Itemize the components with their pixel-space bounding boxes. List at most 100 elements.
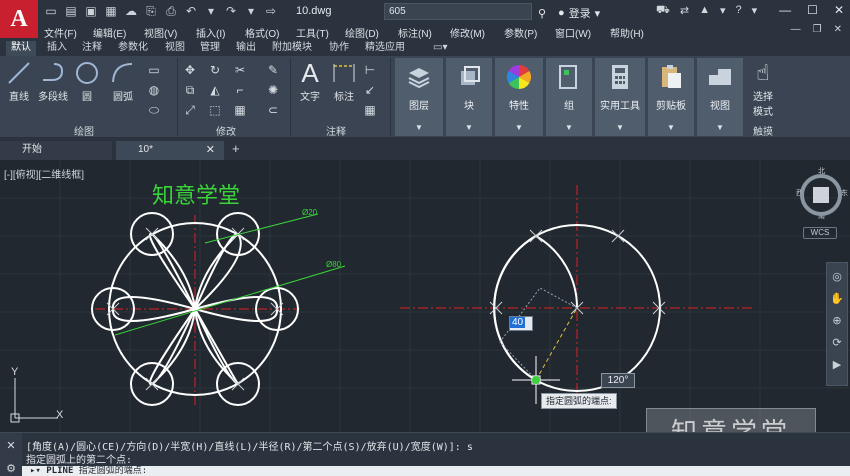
text-tool[interactable]: A 文字 (297, 58, 323, 104)
erase-icon[interactable]: ✎ (265, 62, 281, 78)
customize-icon[interactable]: ⚙ (6, 462, 16, 475)
tab-annotate[interactable]: 注释 (77, 41, 107, 56)
viewport-controls[interactable]: [-][俯视][二维线框] (4, 166, 84, 181)
panel-draw-title[interactable]: 绘图 (74, 123, 94, 138)
save-as-icon[interactable]: ▦ (104, 4, 118, 18)
tile-layers[interactable]: 图层 ▼ (395, 58, 443, 136)
tile-properties[interactable]: 特性 ▼ (495, 58, 543, 136)
tab-addins[interactable]: 附加模块 (267, 41, 317, 56)
redo-icon[interactable]: ↷ (224, 4, 238, 18)
tab-collaborate[interactable]: 协作 (324, 41, 354, 56)
pan-hand-icon[interactable]: ✋ (829, 291, 845, 307)
chevron-down-icon[interactable]: ▾ (595, 7, 601, 20)
new-file-icon[interactable]: ▭ (44, 4, 58, 18)
menu-view[interactable]: 视图(V) (144, 25, 177, 40)
menu-tools[interactable]: 工具(T) (296, 25, 329, 40)
maximize-icon[interactable]: ☐ (807, 3, 818, 17)
showmotion-icon[interactable]: ▶ (829, 357, 845, 373)
restore-icon[interactable]: ❐ (813, 24, 822, 35)
scale-icon[interactable]: ⬚ (207, 102, 223, 118)
binoculars-icon[interactable]: ⚲ (538, 7, 546, 20)
app-logo[interactable]: A (0, 0, 38, 38)
line-tool[interactable]: 直线 (6, 60, 32, 103)
exchange-icon[interactable]: ⇄ (680, 4, 689, 18)
drawing-canvas[interactable]: [-][俯视][二维线框] 知意学堂 Ø20 Ø80 Y X 40 120° 指… (0, 160, 850, 432)
tab-insert[interactable]: 插入 (42, 41, 72, 56)
menu-window[interactable]: 窗口(W) (555, 25, 591, 40)
autodesk-icon[interactable]: ▲ (699, 4, 710, 18)
dynamic-input-field[interactable]: 40 (509, 316, 533, 331)
trim-icon[interactable]: ✂ (232, 62, 248, 78)
close-tab-icon[interactable]: ✕ (206, 141, 215, 159)
linear-dim-icon[interactable]: ⊢ (362, 62, 378, 78)
menu-modify[interactable]: 修改(M) (450, 25, 485, 40)
zoom-icon[interactable]: ⊕ (829, 313, 845, 329)
minimize-icon[interactable]: — (791, 24, 801, 35)
array-icon[interactable]: ▦ (232, 102, 248, 118)
fillet-icon[interactable]: ⌐ (232, 82, 248, 98)
panel-modify-title[interactable]: 修改 (216, 123, 236, 138)
login-label[interactable]: 登录 (569, 5, 591, 21)
viewcube[interactable] (798, 172, 844, 218)
select-mode-tool[interactable]: ☝ 选择 模式 (750, 60, 776, 118)
copy-icon[interactable]: ⧉ (182, 82, 198, 98)
chevron-down-icon[interactable]: ▾ (752, 4, 758, 18)
tab-output[interactable]: 输出 (231, 41, 261, 56)
menu-help[interactable]: 帮助(H) (610, 25, 644, 40)
hatch-icon[interactable]: ◍ (146, 82, 162, 98)
search-input[interactable]: 605 (384, 3, 532, 20)
menu-dimension[interactable]: 标注(N) (398, 25, 432, 40)
chevron-down-icon[interactable]: ▾ (720, 4, 726, 18)
menu-parametric[interactable]: 参数(P) (504, 25, 537, 40)
circle-tool[interactable]: 圆 (74, 60, 100, 103)
rectangle-icon[interactable]: ▭ (146, 62, 162, 78)
tab-start[interactable]: 开始 (0, 141, 112, 160)
mirror-icon[interactable]: ◭ (207, 82, 223, 98)
menu-insert[interactable]: 插入(I) (196, 25, 225, 40)
command-input-icon[interactable]: ▸▾ (30, 466, 46, 476)
menu-draw[interactable]: 绘图(D) (345, 25, 379, 40)
ribbon-toggle-icon[interactable]: ▭▾ (428, 41, 452, 56)
open-folder-icon[interactable]: ▤ (64, 4, 78, 18)
wcs-menu[interactable]: WCS (803, 227, 837, 239)
stretch-icon[interactable]: ⤢ (182, 102, 198, 118)
close-command-icon[interactable]: ✕ (6, 439, 15, 452)
tab-default[interactable]: 默认 (6, 41, 36, 56)
tile-clipboard[interactable]: 剪贴板 ▼ (648, 58, 694, 136)
tile-group[interactable]: 组 ▼ (546, 58, 592, 136)
arc-tool[interactable]: 圆弧 (110, 60, 136, 103)
tile-block[interactable]: 块 ▼ (446, 58, 492, 136)
offset-icon[interactable]: ⊂ (265, 102, 281, 118)
explode-icon[interactable]: ✺ (265, 82, 281, 98)
tab-featured[interactable]: 精选应用 (360, 41, 410, 56)
tab-manage[interactable]: 管理 (195, 41, 225, 56)
tab-view[interactable]: 视图 (160, 41, 190, 56)
tile-view[interactable]: 视图 ▼ (697, 58, 743, 136)
steering-wheel-icon[interactable]: ◎ (829, 269, 845, 285)
dropdown-icon[interactable]: ▾ (244, 4, 258, 18)
orbit-icon[interactable]: ⟳ (829, 335, 845, 351)
menu-format[interactable]: 格式(O) (245, 25, 279, 40)
polyline-tool[interactable]: 多段线 (38, 60, 68, 103)
undo-icon[interactable]: ↶ (184, 4, 198, 18)
share-icon[interactable]: ⇨ (264, 4, 278, 18)
ellipse-icon[interactable]: ⬭ (146, 102, 162, 118)
move-icon[interactable]: ✥ (182, 62, 198, 78)
panel-annotation-title[interactable]: 注释 (326, 123, 346, 138)
command-input[interactable]: ▸▾ PLINE 指定圆弧的端点: (22, 466, 850, 476)
minimize-icon[interactable]: — (779, 3, 791, 17)
table-icon[interactable]: ▦ (362, 102, 378, 118)
dimension-tool[interactable]: 标注 (331, 60, 357, 103)
menu-file[interactable]: 文件(F) (44, 25, 77, 40)
tab-drawing[interactable]: 10* ✕ (116, 141, 224, 160)
cart-icon[interactable]: ⛟ (656, 4, 670, 18)
rotate-icon[interactable]: ↻ (207, 62, 223, 78)
save-icon[interactable]: ▣ (84, 4, 98, 18)
dropdown-icon[interactable]: ▾ (204, 4, 218, 18)
leader-icon[interactable]: ↙ (362, 82, 378, 98)
print-icon[interactable]: ⎙ (164, 4, 178, 18)
menu-edit[interactable]: 编辑(E) (93, 25, 126, 40)
close-icon[interactable]: ✕ (834, 3, 844, 17)
tile-utilities[interactable]: 实用工具 ▼ (595, 58, 645, 136)
export-icon[interactable]: ⎘ (144, 4, 158, 18)
